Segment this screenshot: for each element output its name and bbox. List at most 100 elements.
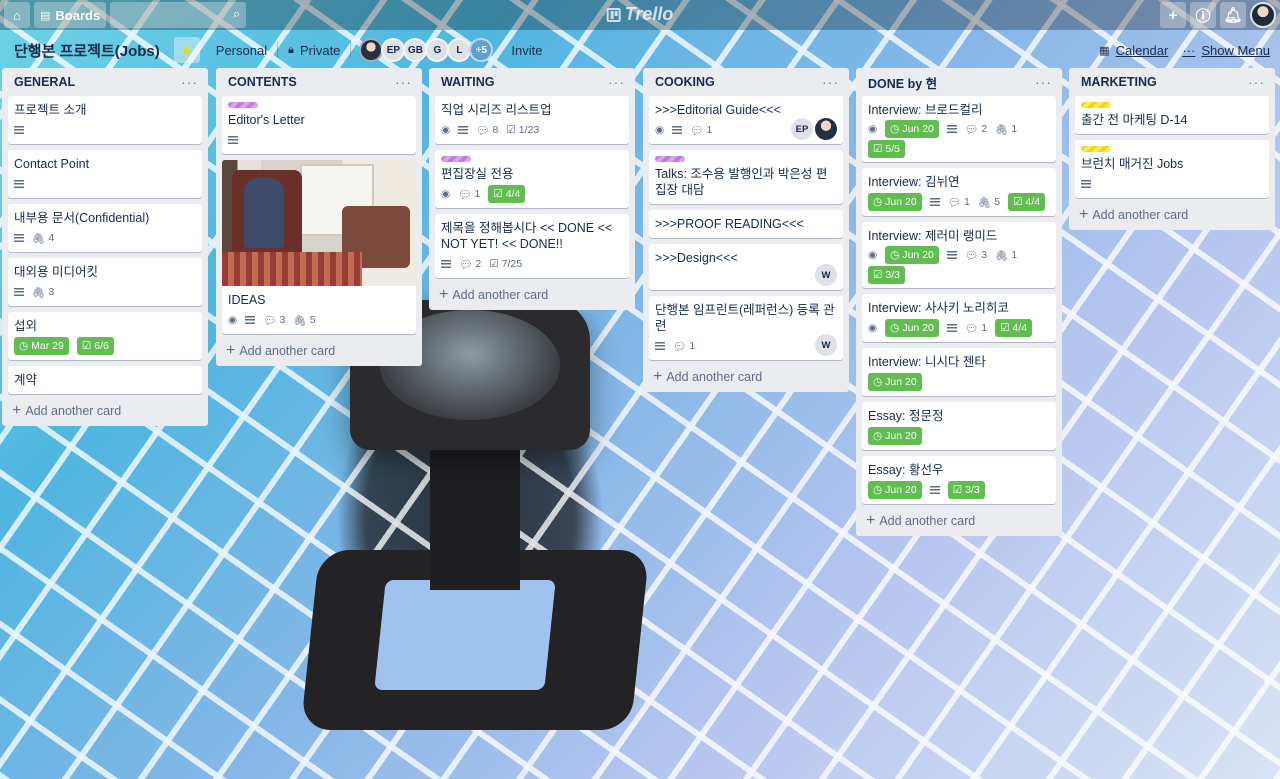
card-label <box>1081 102 1111 108</box>
star-button[interactable]: ★ <box>173 37 200 63</box>
list-title[interactable]: COOKING <box>655 75 715 89</box>
checklist-icon: ☑ <box>506 124 516 136</box>
checklist-icon: ☑ <box>489 258 499 270</box>
card[interactable]: 제목을 정해봅시다 << DONE << NOT YET! << DONE!! 💬… <box>435 214 629 278</box>
add-card-button[interactable]: + Add another card <box>8 400 202 419</box>
card[interactable]: 출간 전 마케팅 D-14 <box>1075 96 1269 134</box>
comment-badge: 💬︎ 2 <box>459 258 482 271</box>
card[interactable]: 단행본 임프린트(레퍼런스) 등록 관련 💬︎ 1 W <box>649 296 843 360</box>
card[interactable]: 직업 시리즈 리스트업 ◉ 💬︎ 8 ☑ 1/23 <box>435 96 629 144</box>
member-avatar[interactable]: G <box>425 38 450 62</box>
team-button[interactable]: Personal <box>208 37 275 63</box>
description-icon <box>228 131 238 149</box>
card-title: 계약 <box>14 373 38 387</box>
due-date-badge: ◷ Jun 20 <box>885 120 939 138</box>
attachment-badge: 🖇︎ 5 <box>977 196 1001 209</box>
watch-icon: ◉ <box>228 314 238 326</box>
home-button[interactable]: ⌂ <box>4 2 30 28</box>
card[interactable]: Contact Point <box>8 150 202 198</box>
show-menu-button[interactable]: ··· Show Menu <box>1182 37 1270 63</box>
list-menu-icon[interactable]: ··· <box>1035 74 1052 90</box>
attachment-badge: 🖇︎ 3 <box>32 286 55 299</box>
member-avatar[interactable]: GB <box>403 38 428 62</box>
checklist-badge: ☑ 3/3 <box>868 266 906 284</box>
attachment-badge: 🖇︎ 4 <box>32 232 55 245</box>
clock-icon: ◷ <box>873 430 883 442</box>
member-avatar[interactable]: EP <box>381 38 406 62</box>
card-title: Interview: 브로드컬리 <box>868 103 983 117</box>
calendar-button[interactable]: ▦ Calendar <box>1099 37 1168 63</box>
card-member-avatar[interactable] <box>815 118 837 140</box>
list-title[interactable]: GENERAL <box>14 75 75 89</box>
comment-badge: 💬︎ 3 <box>263 314 286 327</box>
list-title[interactable]: DONE by 현 <box>868 73 937 92</box>
list-title[interactable]: WAITING <box>441 75 494 89</box>
card[interactable]: Editor's Letter <box>222 96 416 154</box>
card[interactable]: >>>Design<<< W <box>649 244 843 290</box>
list-title[interactable]: CONTENTS <box>228 75 297 89</box>
add-card-button[interactable]: + Add another card <box>649 366 843 385</box>
list-menu-icon[interactable]: ··· <box>181 74 198 90</box>
card[interactable]: Interview: 니시다 젠타 ◷ Jun 20 <box>862 348 1056 396</box>
add-card-button[interactable]: + Add another card <box>862 510 1056 529</box>
card[interactable]: Talks: 조수용 발행인과 박은성 편집장 대담 <box>649 150 843 204</box>
member-avatar[interactable]: L <box>447 38 472 62</box>
card[interactable]: Interview: 브로드컬리 ◉ ◷ Jun 20 💬︎ 2 🖇︎ 1 ☑ 5/5 <box>862 96 1056 162</box>
notifications-button[interactable]: 🔔︎ <box>1220 2 1246 28</box>
card[interactable]: IDEAS ◉ 💬︎ 3 🖇︎ 5 <box>222 160 416 334</box>
boards-button[interactable]: ▤ Boards <box>34 2 107 28</box>
list-menu-icon[interactable]: ··· <box>1248 74 1265 90</box>
card[interactable]: Interview: 사사키 노리히코 ◉ ◷ Jun 20 💬︎ 1 ☑ 4/4 <box>862 294 1056 342</box>
add-card-button[interactable]: + Add another card <box>222 340 416 359</box>
list-menu-icon[interactable]: ··· <box>608 74 625 90</box>
card[interactable]: 대외용 미디어킷 🖇︎ 3 <box>8 258 202 306</box>
user-avatar[interactable] <box>1250 2 1276 28</box>
comment-badge: 💬︎ 1 <box>458 188 481 201</box>
top-bar: ⌂ ▤ Boards ⌕ Trello + ⓘ 🔔︎ <box>0 0 1280 30</box>
visibility-button[interactable]: 🔒︎ Private <box>280 37 348 63</box>
list-menu-icon[interactable]: ··· <box>395 74 412 90</box>
trello-logo[interactable]: Trello <box>606 4 673 25</box>
info-button[interactable]: ⓘ <box>1190 2 1216 28</box>
card[interactable]: Interview: 김뉘연 ◷ Jun 20 💬︎ 1 🖇︎ 5 ☑ 4/4 <box>862 168 1056 216</box>
watch-icon: ◉ <box>441 124 451 136</box>
ellipsis-icon: ··· <box>1182 42 1196 58</box>
list-title[interactable]: MARKETING <box>1081 75 1157 89</box>
clock-icon: ◷ <box>890 123 900 135</box>
card[interactable]: 내부용 문서(Confidential) 🖇︎ 4 <box>8 204 202 252</box>
card-member-avatar[interactable]: W <box>815 334 837 356</box>
card[interactable]: >>>PROOF READING<<< <box>649 210 843 238</box>
card[interactable]: >>>Editorial Guide<<< ◉ 💬︎ 1 EP <box>649 96 843 144</box>
paperclip-icon: 🖇︎ <box>293 314 307 327</box>
attachment-badge: 🖇︎ 5 <box>293 314 316 327</box>
card[interactable]: 브런치 매거진 Jobs <box>1075 140 1269 198</box>
add-card-button[interactable]: + Add another card <box>1075 204 1269 223</box>
member-avatar[interactable] <box>359 38 384 62</box>
board-title[interactable]: 단행본 프로젝트(Jobs) <box>14 40 160 61</box>
card[interactable]: 계약 <box>8 366 202 394</box>
due-date-badge: ◷ Jun 20 <box>885 246 939 264</box>
watch-icon: ◉ <box>868 123 878 135</box>
add-card-button[interactable]: + Add another card <box>435 284 629 303</box>
card-member-avatar[interactable]: EP <box>791 118 813 140</box>
checklist-icon: ☑ <box>952 484 963 496</box>
card[interactable]: 편집장실 전용 ◉ 💬︎ 1 ☑ 4/4 <box>435 150 629 208</box>
search-input[interactable]: ⌕ <box>110 2 247 28</box>
checklist-badge: ☑ 7/25 <box>489 258 523 270</box>
checklist-badge: ☑ 5/5 <box>868 140 906 158</box>
info-icon: ⓘ <box>1195 7 1211 25</box>
list-waiting: WAITING ··· 직업 시리즈 리스트업 ◉ 💬︎ 8 ☑ 1/23 편집장실 전용 ◉… <box>429 68 635 310</box>
list-menu-icon[interactable]: ··· <box>822 74 839 90</box>
card[interactable]: 프로젝트 소개 <box>8 96 202 144</box>
card[interactable]: Essay: 정문정 ◷ Jun 20 <box>862 402 1056 450</box>
card[interactable]: Interview: 제러미 랭미드 ◉ ◷ Jun 20 💬︎ 3 🖇︎ 1 ☑ 3/3 <box>862 222 1056 288</box>
comment-icon: 💬︎ <box>964 322 979 335</box>
more-members-button[interactable]: +5 <box>469 38 494 62</box>
due-date-badge: ◷ Jun 20 <box>868 481 922 499</box>
card-title: 프로젝트 소개 <box>14 103 87 117</box>
card[interactable]: 섭외 ◷ Mar 29 ☑ 6/6 <box>8 312 202 360</box>
card[interactable]: Essay: 황선우 ◷ Jun 20 ☑ 3/3 <box>862 456 1056 504</box>
card-member-avatar[interactable]: W <box>815 264 837 286</box>
invite-button[interactable]: Invite <box>503 39 550 62</box>
create-button[interactable]: + <box>1160 2 1186 28</box>
